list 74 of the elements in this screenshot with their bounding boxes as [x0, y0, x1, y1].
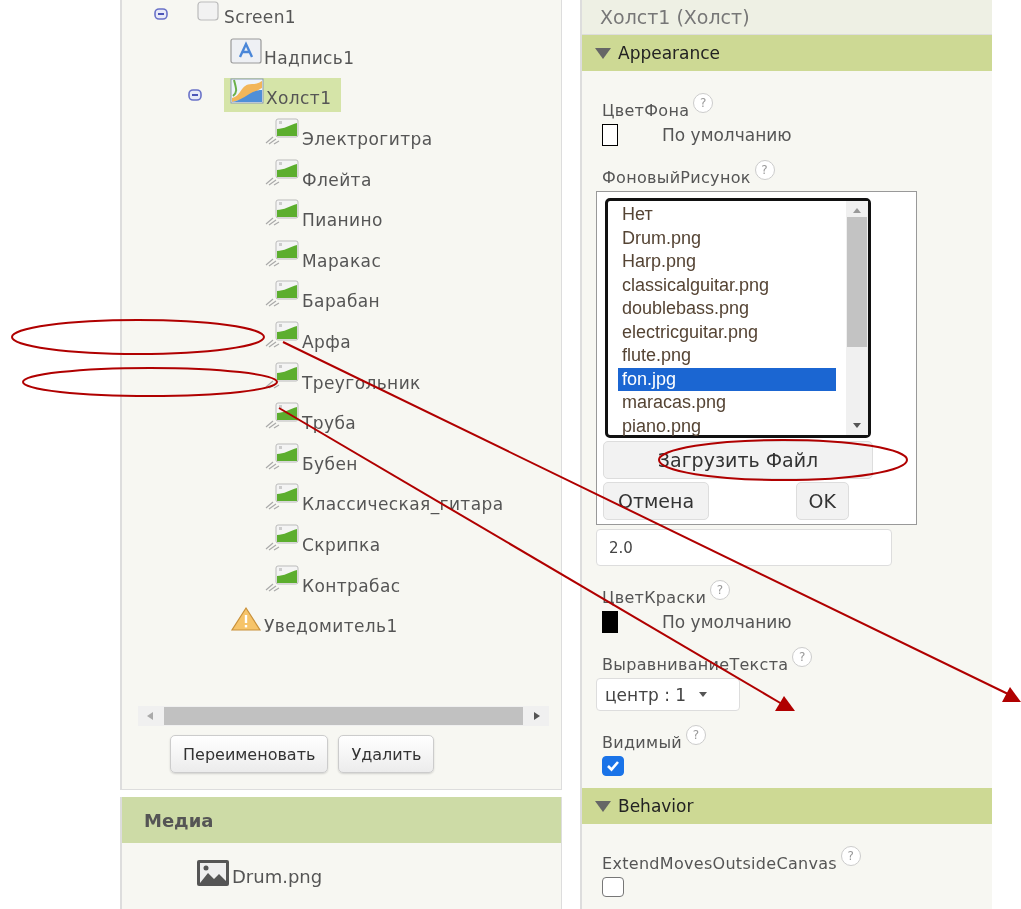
collapse-toggle-icon[interactable] — [188, 89, 202, 102]
sprite-icon — [264, 563, 300, 592]
sprite-icon — [264, 320, 300, 349]
expand-triangle-icon — [594, 799, 612, 813]
asset-option[interactable]: electricguitar.png — [618, 320, 836, 344]
tree-item[interactable]: Скрипка — [258, 525, 391, 559]
tree-item[interactable]: Барабан — [258, 281, 391, 316]
asset-option[interactable]: Нет — [618, 203, 836, 227]
asset-option[interactable]: maracas.png — [618, 391, 836, 415]
color-swatch[interactable] — [602, 611, 618, 633]
media-item[interactable]: Drum.png — [196, 859, 561, 887]
scroll-right-icon[interactable] — [533, 711, 541, 721]
rename-button[interactable]: Переименовать — [170, 735, 329, 773]
image-icon — [196, 859, 230, 887]
sprite-icon — [264, 360, 300, 389]
caret-icon — [698, 691, 709, 698]
tree-item[interactable]: Маракас — [258, 240, 392, 275]
expand-triangle-icon — [594, 46, 612, 60]
alignment-dropdown[interactable]: центр : 1 — [596, 678, 740, 711]
tree-item[interactable]: Уведомитель1 — [224, 606, 408, 641]
sprite-icon — [264, 401, 300, 430]
section-header[interactable]: Behavior — [582, 788, 992, 824]
checkbox[interactable] — [602, 877, 624, 897]
scroll-up-icon[interactable] — [852, 207, 862, 213]
sprite-icon — [264, 238, 300, 267]
sprite-icon — [264, 482, 300, 511]
delete-button[interactable]: Удалить — [338, 735, 435, 773]
tree-item[interactable]: Флейта — [258, 159, 382, 194]
tree-item[interactable]: Контрабас — [258, 565, 411, 600]
color-name: По умолчанию — [662, 125, 792, 145]
property-label: ФоновыйРисунок — [602, 168, 751, 187]
media-title: Медиа — [144, 809, 214, 831]
scroll-down-icon[interactable] — [852, 423, 862, 429]
checkmark-icon — [606, 760, 620, 772]
color-swatch[interactable] — [602, 124, 618, 146]
ok-button[interactable]: OK — [795, 482, 849, 520]
label-icon — [230, 37, 262, 64]
cancel-button[interactable]: Отмена — [603, 482, 710, 520]
tree-item[interactable]: Электрогитра — [258, 119, 443, 154]
property-label: Видимый — [602, 733, 683, 752]
asset-option[interactable]: doublebass.png — [618, 297, 836, 321]
asset-option[interactable]: fon.jpg — [618, 367, 836, 391]
vertical-scrollbar[interactable] — [846, 201, 868, 435]
tree-item[interactable]: Пианино — [258, 200, 393, 235]
section-header[interactable]: Appearance — [582, 35, 992, 71]
asset-option[interactable]: piano.png — [618, 414, 836, 438]
asset-option[interactable]: classicalguitar.png — [618, 273, 836, 297]
canvas-icon — [230, 78, 264, 105]
warning-icon — [230, 606, 262, 633]
sprite-icon — [264, 157, 300, 186]
component-title: Холст1 (Холст) — [600, 6, 750, 28]
property-label: ЦветФона — [602, 101, 690, 120]
sprite-icon — [264, 279, 300, 308]
tree-item[interactable]: Screen1 — [190, 0, 307, 32]
tree-item[interactable]: Холст1 — [224, 78, 342, 113]
color-name: По умолчанию — [662, 612, 792, 632]
asset-option[interactable]: Drum.png — [618, 226, 836, 250]
property-label: ЦветКраски — [602, 588, 707, 607]
sprite-icon — [264, 117, 300, 146]
sprite-icon — [264, 198, 300, 227]
asset-list[interactable]: Нет Drum.png Harp.png classicalguitar.png doublebass.png electricguitar.png flute.png fon.jpg maracas.png piano.png — [605, 198, 871, 438]
tree-item[interactable]: Арфа — [258, 322, 361, 357]
tree-item[interactable]: Труба — [258, 403, 367, 438]
collapse-toggle-icon[interactable] — [154, 8, 168, 21]
asset-option[interactable]: Harp.png — [618, 250, 836, 274]
sprite-icon — [264, 523, 300, 551]
asset-option[interactable]: flute.png — [618, 344, 836, 368]
tree-item[interactable]: Надпись1 — [224, 37, 365, 72]
sprite-icon — [264, 441, 300, 470]
text-field[interactable]: 2.0 — [596, 529, 892, 566]
horizontal-scrollbar[interactable] — [138, 706, 549, 726]
property-label: ExtendMovesOutsideCanvas — [602, 854, 837, 873]
checkbox[interactable] — [602, 756, 624, 776]
tree-item[interactable]: Бубен — [258, 443, 368, 478]
